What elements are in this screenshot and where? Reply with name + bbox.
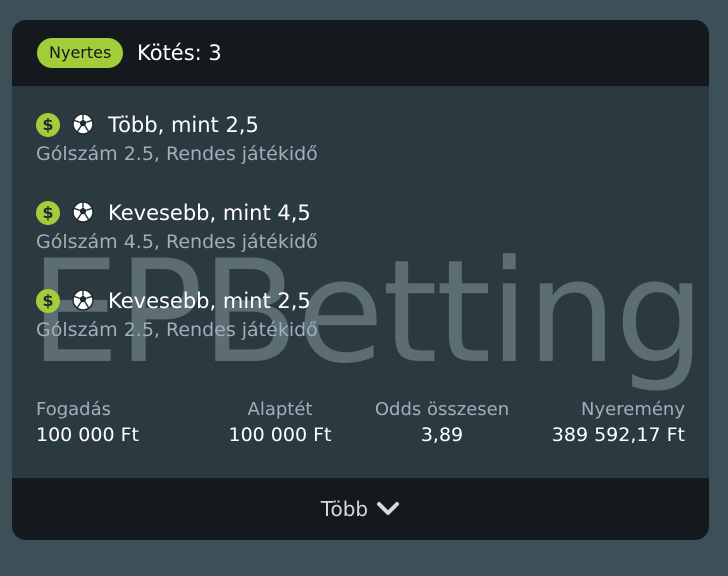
stat-label: Odds összesen [374, 399, 510, 420]
bet-card-footer: Több [12, 478, 709, 540]
selection-name: Kevesebb, mint 2,5 [108, 289, 311, 313]
selection-name: Kevesebb, mint 4,5 [108, 201, 311, 225]
bet-card: Nyertes Kötés: 3 EPBetting $ Több, mint … [12, 20, 709, 540]
soccer-ball-icon [72, 289, 94, 311]
stat-label: Nyeremény [581, 399, 685, 420]
bet-card-body: EPBetting $ Több, mint 2,5 Gólszám 2.5, … [12, 86, 709, 478]
status-badge: Nyertes [37, 38, 124, 68]
selection-market: Gólszám 4.5, Rendes játékidő [36, 231, 318, 253]
stat-stake: Fogadás 100 000 Ft [36, 398, 139, 448]
stat-value: 100 000 Ft [36, 424, 139, 446]
stat-value: 100 000 Ft [228, 424, 332, 446]
selection-market: Gólszám 2.5, Rendes játékidő [36, 319, 318, 341]
stat-value: 3,89 [420, 424, 464, 446]
stat-winnings: Nyeremény 389 592,17 Ft [552, 398, 685, 448]
dollar-icon: $ [36, 201, 60, 225]
stat-value: 389 592,17 Ft [551, 424, 685, 446]
stat-total-odds: Odds összesen 3,89 [358, 398, 526, 448]
dollar-icon: $ [36, 113, 60, 137]
dollar-icon: $ [36, 289, 60, 313]
more-button-label: Több [320, 497, 369, 521]
stat-label: Alaptét [247, 399, 313, 420]
stat-label: Fogadás [36, 399, 112, 420]
chevron-down-icon [377, 501, 400, 515]
bet-title: Kötés: 3 [137, 41, 222, 65]
stat-base-stake: Alaptét 100 000 Ft [212, 398, 348, 448]
soccer-ball-icon [72, 201, 94, 223]
bet-card-header: Nyertes Kötés: 3 [12, 20, 709, 86]
selection-market: Gólszám 2.5, Rendes játékidő [36, 143, 318, 165]
more-button[interactable]: Több [12, 478, 709, 540]
selection-name: Több, mint 2,5 [108, 113, 259, 137]
soccer-ball-icon [72, 113, 94, 135]
